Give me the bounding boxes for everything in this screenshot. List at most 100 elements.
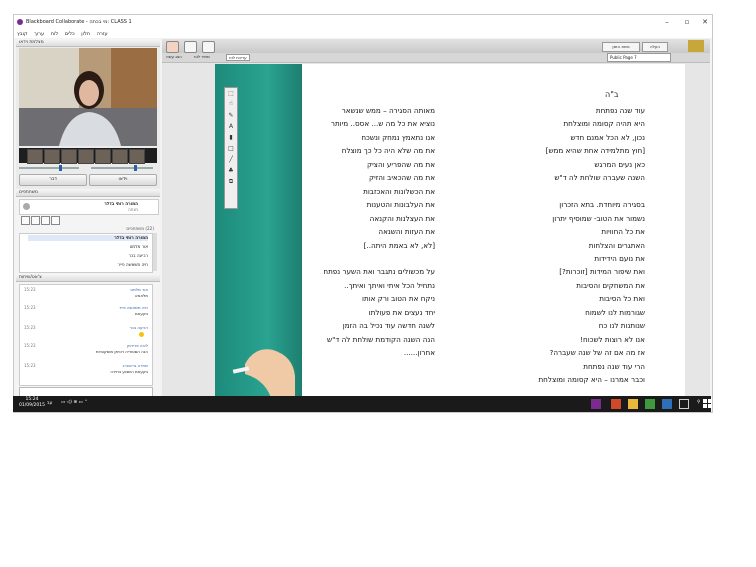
video-thumbnail[interactable] — [95, 149, 111, 164]
menu-bar: עזרה חלון כלים לוח ערוך קובץ — [14, 29, 712, 38]
poem-line: את כל החוויות — [601, 227, 645, 237]
pencil-icon[interactable] — [31, 216, 40, 225]
list-item[interactable]: המורה רותי בדלר — [28, 235, 148, 241]
poem-line — [315, 252, 435, 265]
poem-line: על מכשולים נתגבר ואת השער נפתח — [323, 267, 435, 277]
timer-button[interactable]: נושא הזמן — [602, 42, 640, 52]
web-tour-icon[interactable] — [202, 41, 215, 53]
drawing-tools-palette: ⬚ ☝ ✎ A ▮ □ ╱ ♣ ⧉ — [224, 87, 238, 209]
poem-line: השנה שעברה שולחת לה ד"ש — [554, 173, 645, 183]
video-button[interactable]: וידאו — [89, 174, 157, 186]
minimize-button[interactable]: – — [660, 17, 674, 27]
hand-icon[interactable] — [41, 216, 50, 225]
menu-edit[interactable]: ערוך — [34, 31, 44, 37]
moderator-card: המורה רותי בדלר מנחה — [19, 199, 159, 215]
poem-line: [לא, לא באמת היתה..] — [363, 240, 435, 250]
main-toolbar: העלה נושא הזמן — [162, 39, 710, 53]
menu-file[interactable]: קובץ — [17, 31, 28, 37]
upload-button[interactable]: העלה — [642, 42, 668, 52]
window-title: Blackboard Collaborate - מי בכתה: CLASS … — [26, 19, 132, 25]
slide-title: ב"ה — [605, 90, 619, 99]
highlighter-tool-icon[interactable]: ▮ — [227, 134, 235, 142]
board-permission-button[interactable]: מתיר לוח — [194, 54, 210, 59]
slide-page[interactable]: ב"ה עוד שנה נפתחת היא תהיה קסומה ומוצלחת נ… — [215, 64, 685, 398]
video-thumbnail[interactable] — [78, 149, 94, 164]
video-thumbnail[interactable] — [44, 149, 60, 164]
poem-line: מאותה הסגירה – ממש שנשאר — [341, 106, 435, 115]
poem-line: נכון, לא הכל אמנם חדש — [570, 132, 645, 142]
whiteboard-icon[interactable] — [166, 41, 179, 53]
avatar — [23, 203, 30, 210]
video-thumbnail[interactable] — [61, 149, 77, 164]
video-thumbnail[interactable] — [27, 149, 43, 164]
search-icon[interactable] — [21, 216, 30, 225]
chat-time: 15:23 — [24, 305, 36, 310]
mic-volume-track[interactable] — [19, 167, 79, 169]
screenshot-tool-icon[interactable]: ⧉ — [227, 178, 235, 186]
speaker-volume-track[interactable] — [91, 167, 153, 169]
chat-sender: חיה משאשה פייר — [119, 305, 148, 310]
poem-line: את העזות והשנאה — [378, 227, 435, 237]
close-button[interactable]: ✕ — [698, 17, 712, 27]
page-select[interactable]: Public Page 7 — [607, 53, 671, 62]
line-tool-icon[interactable]: ╱ — [227, 156, 235, 164]
clock-date: 01/09/2015 — [19, 403, 45, 408]
show-button[interactable]: הצג עשה — [166, 54, 182, 59]
clipart-tool-icon[interactable]: ♣ — [227, 167, 235, 175]
participants-scrollbar[interactable] — [153, 233, 157, 271]
task-view-icon[interactable] — [679, 399, 689, 409]
poem-line: ואת כל הסיבות — [599, 294, 645, 304]
poem-line: יחד נעצים את פעולתו — [368, 307, 435, 317]
mic-volume-knob[interactable] — [59, 165, 62, 171]
poem-line: נתחיל הכל איתי ואיתך ואיתך.. — [344, 280, 435, 290]
poem-line: את מה שהפריע והציק — [366, 159, 435, 169]
edit-board-select[interactable]: עריכת לוח — [226, 54, 250, 61]
pointer-tool-icon[interactable]: ☝ — [227, 100, 235, 108]
browser-taskbar-icon[interactable] — [662, 399, 672, 409]
menu-tools[interactable]: כלים — [65, 31, 75, 37]
shape-tool-icon[interactable]: □ — [227, 145, 235, 153]
emoticon-icon[interactable] — [51, 216, 60, 225]
video-panel: מצלמת וידאו דבר וידאו — [16, 39, 160, 189]
video-thumbnail[interactable] — [112, 149, 128, 164]
text-tool-icon[interactable]: A — [227, 123, 235, 131]
select-tool-icon[interactable]: ⬚ — [227, 90, 235, 98]
list-item[interactable]: חיה משאשה פייר — [118, 262, 148, 268]
chat-time: 15:23 — [24, 325, 36, 330]
talk-button[interactable]: דבר — [19, 174, 87, 186]
list-item[interactable]: אור מלמט — [130, 244, 148, 250]
poem-line: את המשחקים והסיבות — [576, 280, 645, 290]
chat-message: הנה הסטוריה רוניתן מוסקוביות — [95, 349, 148, 354]
app-share-icon[interactable] — [184, 41, 197, 53]
chat-time: 15:23 — [24, 363, 36, 368]
chat-panel: צ'אט/שיחות אור מלמט 15:23 מלאאא חיה משאש… — [16, 274, 160, 410]
poem-line: את העלבונות והטענות — [366, 200, 435, 210]
explorer-taskbar-icon[interactable] — [628, 399, 638, 409]
chat-time: 15:23 — [24, 287, 36, 292]
video-thumbnail[interactable] — [129, 149, 145, 164]
list-item[interactable]: רביעה בכר — [129, 253, 148, 259]
menu-help[interactable]: עזרה — [97, 31, 108, 37]
speaker-volume-knob[interactable] — [134, 165, 137, 171]
pen-tool-icon[interactable]: ✎ — [227, 112, 235, 120]
poem-line: ניקח את הטוב ורק אותו — [362, 294, 435, 304]
title-bar: Blackboard Collaborate - מי בכתה: CLASS … — [14, 15, 712, 29]
system-tray[interactable]: ▭ ◁) ⊕ ▭ ⌃ — [61, 400, 88, 405]
poem-line: שגורמות לנו לשמוח — [585, 307, 645, 317]
search-icon[interactable]: ⚲ — [697, 400, 700, 405]
chrome-taskbar-icon[interactable] — [645, 399, 655, 409]
poem-line: את מה שהכאיב והזיק — [369, 173, 435, 183]
poem-line: נוציא את כל מה ש... אסס.. מיותר — [330, 119, 435, 129]
language-indicator[interactable]: עב — [47, 401, 52, 406]
windows-start-icon[interactable] — [703, 399, 712, 409]
chat-sender: ליבה פרידמן — [126, 343, 148, 348]
poem-line: כאן נעים המרגש — [594, 159, 645, 169]
volume-sliders — [19, 165, 157, 171]
menu-board[interactable]: לוח — [51, 31, 58, 37]
powerpoint-taskbar-icon[interactable] — [611, 399, 621, 409]
menu-window[interactable]: חלון — [81, 31, 90, 37]
collaborate-taskbar-icon[interactable] — [591, 399, 601, 409]
maximize-button[interactable]: ▫ — [680, 17, 694, 27]
taskbar: 15:24 01/09/2015 עב ▭ ◁) ⊕ ▭ ⌃ ⚲ — [13, 396, 712, 412]
poem-line: לשנה חדשה עוד נכיל בה הזמן — [342, 321, 435, 331]
